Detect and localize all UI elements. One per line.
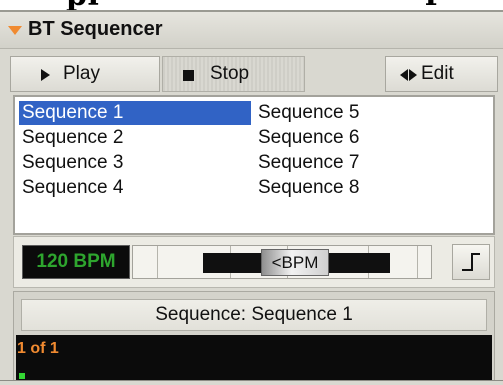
edit-right-arrow-icon: [409, 69, 417, 81]
panel-title-bar[interactable]: BT Sequencer: [0, 12, 503, 49]
bpm-slider[interactable]: <BPM: [132, 245, 432, 279]
bpm-slider-thumb[interactable]: <BPM: [261, 249, 329, 276]
edit-label: Edit: [421, 63, 454, 84]
sequence-item-4[interactable]: Sequence 4: [19, 176, 251, 200]
sequence-item-3[interactable]: Sequence 3: [19, 151, 251, 175]
current-sequence-label: Sequence: Sequence 1: [21, 299, 487, 331]
slider-label: BPM: [281, 253, 319, 272]
sequence-list[interactable]: Sequence 1 Sequence 2 Sequence 3 Sequenc…: [13, 95, 495, 235]
edit-button[interactable]: Edit: [385, 56, 498, 92]
progress-count: 1 of 1: [17, 340, 59, 357]
progress-indicator: [19, 373, 25, 379]
bpm-display: 120 BPM: [22, 245, 130, 279]
sequence-item-1[interactable]: Sequence 1: [19, 101, 251, 125]
play-button[interactable]: Play: [10, 56, 160, 92]
sequence-item-7[interactable]: Sequence 7: [255, 151, 487, 175]
stop-button[interactable]: Stop: [162, 56, 305, 92]
sequence-progress: 1 of 1: [16, 335, 492, 382]
stop-icon: [183, 70, 194, 81]
slider-arrow: <: [271, 253, 282, 272]
sequence-item-6[interactable]: Sequence 6: [255, 126, 487, 150]
bt-sequencer-panel: BT Sequencer Play Stop Edit Sequence 1 S…: [0, 12, 503, 385]
step-mode-button[interactable]: [452, 244, 490, 280]
slider-tick: [417, 246, 418, 278]
panel-bottom-edge: [0, 380, 503, 385]
tempo-row: 120 BPM <BPM: [13, 236, 495, 288]
slider-tick: [157, 246, 158, 278]
panel-title: BT Sequencer: [28, 18, 163, 40]
collapse-triangle-icon[interactable]: [8, 26, 22, 35]
stop-label: Stop: [210, 63, 250, 84]
edit-left-arrow-icon: [400, 69, 408, 81]
sequence-item-8[interactable]: Sequence 8: [255, 176, 487, 200]
status-box: Sequence: Sequence 1 1 of 1: [13, 291, 495, 382]
play-label: Play: [63, 63, 100, 84]
sequence-item-2[interactable]: Sequence 2: [19, 126, 251, 150]
step-waveform-icon: [462, 253, 480, 271]
sequence-item-5[interactable]: Sequence 5: [255, 101, 487, 125]
play-icon: [41, 69, 50, 81]
